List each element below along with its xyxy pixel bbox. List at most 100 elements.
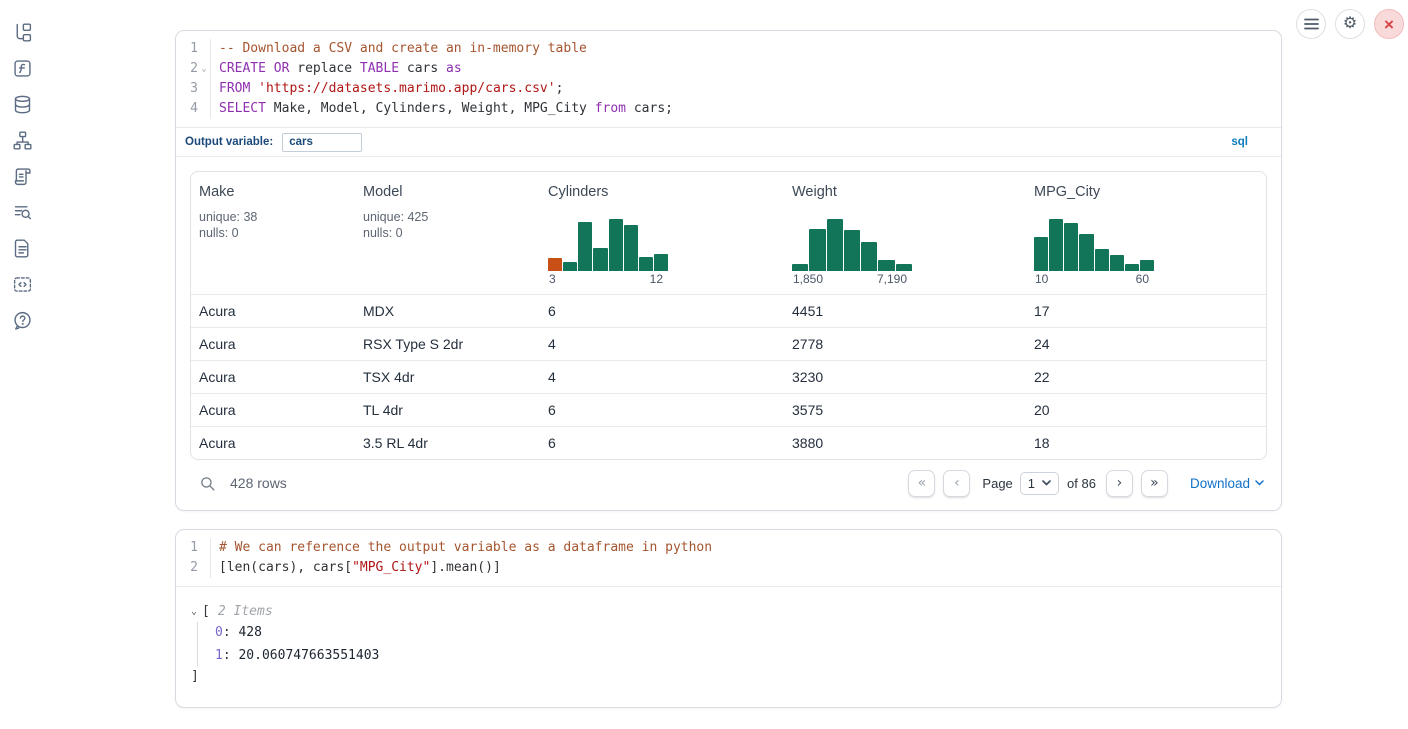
column-name: Weight <box>792 184 1018 200</box>
histogram-bars <box>548 219 668 271</box>
histogram-bar[interactable] <box>1140 260 1154 271</box>
column-header-cylinders[interactable]: Cylinders 3 12 <box>540 172 784 294</box>
histogram-bar[interactable] <box>654 254 668 271</box>
python-code-editor[interactable]: 1# We can reference the output variable … <box>176 530 1281 586</box>
histogram-bar[interactable] <box>1079 234 1093 271</box>
sidebar-item-functions[interactable] <box>12 58 33 79</box>
download-button[interactable]: Download <box>1190 476 1264 491</box>
histogram-bar[interactable] <box>827 219 843 271</box>
output-variable-input[interactable] <box>282 133 362 152</box>
table-cell: 3575 <box>784 402 1026 418</box>
histogram-bar[interactable] <box>1125 264 1139 271</box>
sidebar-item-help[interactable] <box>12 310 33 331</box>
table-cell: 20 <box>1026 402 1266 418</box>
histogram-bar[interactable] <box>844 230 860 271</box>
python-output-tree: ⌄ [ 2 Items 0: 4281: 20.060747663551403 … <box>176 586 1281 707</box>
table-row[interactable]: AcuraTL 4dr6357520 <box>191 393 1266 426</box>
table-cell: 3230 <box>784 369 1026 385</box>
page-select[interactable]: 1 <box>1020 472 1059 495</box>
table-cell: 4 <box>540 336 784 352</box>
code-token: SELECT <box>219 101 266 116</box>
histogram-bar[interactable] <box>878 260 894 271</box>
table-header: Make unique: 38 nulls: 0 Model unique: 4… <box>191 172 1266 294</box>
column-header-make[interactable]: Make unique: 38 nulls: 0 <box>191 172 355 294</box>
collapse-icon[interactable]: ⌄ <box>191 602 197 622</box>
sidebar-item-logs[interactable] <box>12 202 33 223</box>
histogram-bar[interactable] <box>624 225 638 271</box>
menu-button[interactable] <box>1296 9 1326 39</box>
histogram-bar[interactable] <box>578 222 592 271</box>
histogram-bar[interactable] <box>861 242 877 271</box>
table-cell: MDX <box>355 303 540 319</box>
histogram-bar[interactable] <box>593 248 607 271</box>
chevron-down-icon <box>1255 480 1264 486</box>
prev-page-icon: ‹ <box>954 475 960 491</box>
histogram-bar[interactable] <box>809 229 825 271</box>
sidebar-item-documentation[interactable] <box>12 238 33 259</box>
histogram-bars <box>1034 219 1154 271</box>
language-badge[interactable]: sql <box>1231 136 1248 148</box>
close-app-button[interactable]: × <box>1374 9 1404 39</box>
table-search-button[interactable] <box>199 475 216 492</box>
histogram-bar[interactable] <box>1095 249 1109 271</box>
table-cell: TL 4dr <box>355 402 540 418</box>
last-page-button[interactable]: » <box>1141 470 1168 497</box>
code-token: CREATE <box>219 61 266 76</box>
histogram-bar[interactable] <box>792 264 808 271</box>
axis-min-label: 1,850 <box>793 272 823 288</box>
first-page-button[interactable]: « <box>908 470 935 497</box>
histogram-axis: 10 60 <box>1034 271 1154 288</box>
column-name: Model <box>363 184 532 200</box>
tree-body: 0: 4281: 20.060747663551403 <box>197 622 1265 667</box>
code-text: SELECT Make, Model, Cylinders, Weight, M… <box>210 99 1281 119</box>
row-count: 428 rows <box>230 475 287 491</box>
column-header-mpg-city[interactable]: MPG_City 10 60 <box>1026 172 1266 294</box>
histogram-bar[interactable] <box>1110 255 1124 271</box>
column-header-weight[interactable]: Weight 1,850 7,190 <box>784 172 1026 294</box>
sidebar-item-snippets[interactable] <box>12 274 33 295</box>
table-cell: TSX 4dr <box>355 369 540 385</box>
code-token: # We can reference the output variable a… <box>219 540 712 555</box>
stat-unique: unique: 425 <box>363 209 532 225</box>
table-row[interactable]: AcuraMDX6445117 <box>191 294 1266 327</box>
histogram-bar[interactable] <box>563 262 577 271</box>
sidebar-item-dependency-graph[interactable] <box>12 130 33 151</box>
sidebar-item-file-explorer[interactable] <box>12 22 33 43</box>
table-row[interactable]: AcuraTSX 4dr4323022 <box>191 360 1266 393</box>
column-name: Cylinders <box>548 184 776 200</box>
close-icon: × <box>1384 16 1394 33</box>
line-number: 3 <box>180 79 198 99</box>
histogram-bar[interactable] <box>609 219 623 271</box>
code-text: -- Download a CSV and create an in-memor… <box>210 39 1281 59</box>
python-cell: 1# We can reference the output variable … <box>175 529 1282 708</box>
histogram-bar[interactable] <box>896 264 912 271</box>
last-page-icon: » <box>1150 475 1159 491</box>
histogram-bar[interactable] <box>1049 219 1063 271</box>
table-row[interactable]: AcuraRSX Type S 2dr4277824 <box>191 327 1266 360</box>
column-stats: unique: 425 nulls: 0 <box>363 209 532 241</box>
histogram-bar[interactable] <box>548 258 562 271</box>
prev-page-button[interactable]: ‹ <box>943 470 970 497</box>
sql-code-editor[interactable]: 1-- Download a CSV and create an in-memo… <box>176 31 1281 127</box>
pagination: « ‹ Page 1 of 86 › » Download <box>908 470 1264 497</box>
sidebar-item-scratchpad[interactable] <box>12 166 33 187</box>
fold-icon[interactable]: ⌄ <box>198 59 210 79</box>
logs-search-icon <box>12 202 33 223</box>
histogram-bar[interactable] <box>1034 237 1048 271</box>
next-page-button[interactable]: › <box>1106 470 1133 497</box>
settings-button[interactable]: ⚙ <box>1335 9 1365 39</box>
table-row[interactable]: Acura3.5 RL 4dr6388018 <box>191 426 1266 459</box>
table-cell: 18 <box>1026 435 1266 451</box>
histogram-axis: 1,850 7,190 <box>792 271 912 288</box>
code-text: FROM 'https://datasets.marimo.app/cars.c… <box>210 79 1281 99</box>
page-label: Page <box>982 476 1012 491</box>
histogram-bar[interactable] <box>1064 223 1078 271</box>
histogram-bar[interactable] <box>639 257 653 271</box>
tree-entry: 1: 20.060747663551403 <box>215 645 1265 668</box>
table-cell: 6 <box>540 303 784 319</box>
gear-icon: ⚙ <box>1343 16 1357 32</box>
column-header-model[interactable]: Model unique: 425 nulls: 0 <box>355 172 540 294</box>
table-cell: RSX Type S 2dr <box>355 336 540 352</box>
tree-entry-value: 20.060747663551403 <box>238 648 379 663</box>
sidebar-item-datasources[interactable] <box>12 94 33 115</box>
